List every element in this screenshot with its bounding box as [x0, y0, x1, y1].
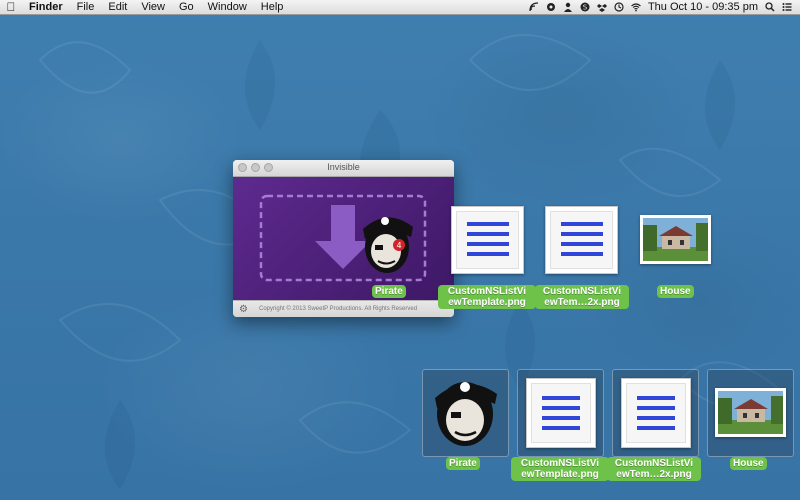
notification-center-icon[interactable]	[782, 2, 792, 12]
house-label[interactable]: House	[730, 457, 767, 470]
apple-menu-icon[interactable]: 	[0, 0, 22, 14]
customnslistview-2x-label[interactable]: CustomNSListVi ewTem…2x.png	[607, 457, 701, 481]
list-icon-bar	[561, 232, 603, 236]
house-photo-icon	[643, 218, 708, 261]
list-icon-bar	[467, 222, 509, 226]
list-icon-bar	[542, 406, 580, 410]
list-document-icon	[621, 378, 691, 448]
list-icon-bar	[467, 252, 509, 256]
customnslistview-template-label[interactable]: CustomNSListVi ewTemplate.png	[511, 457, 609, 481]
menu-view[interactable]: View	[134, 0, 172, 14]
label-line: CustomNSListVi	[520, 458, 600, 469]
invisible-window[interactable]: Invisible 4 ⚙ Copyright © 2013 SweetP Pr…	[233, 160, 454, 317]
spotlight-search-icon[interactable]	[765, 2, 775, 12]
menu-finder[interactable]: Finder	[22, 0, 70, 14]
menu-window[interactable]: Window	[201, 0, 254, 14]
list-icon-bar	[467, 242, 509, 246]
menu-help[interactable]: Help	[254, 0, 291, 14]
badge-count: 4	[396, 241, 401, 250]
house-photo-frame	[715, 388, 786, 437]
time-machine-icon[interactable]	[614, 2, 624, 12]
desktop-icon-house[interactable]	[640, 215, 711, 264]
list-icon-bar	[637, 406, 675, 410]
download-arrow-icon	[315, 205, 371, 269]
pirate-icon	[435, 382, 497, 446]
customnslistview-2x-label[interactable]: CustomNSListVi ewTem…2x.png	[535, 285, 629, 309]
list-icon-bar	[561, 222, 603, 226]
file-drop-area[interactable]: 4	[233, 177, 454, 300]
list-document-icon	[526, 378, 596, 448]
pirate-icon: 4	[363, 217, 413, 273]
label-line: CustomNSListVi	[447, 286, 527, 297]
label-line: CustomNSListVi	[542, 286, 622, 297]
desktop-icon-customnslistview-2x[interactable]	[545, 206, 618, 274]
list-icon-bar	[637, 416, 675, 420]
pirate-label[interactable]: Pirate	[446, 457, 480, 470]
list-icon-bar	[542, 416, 580, 420]
list-icon-bar	[467, 232, 509, 236]
menu-go[interactable]: Go	[172, 0, 201, 14]
copyright-text: Copyright © 2013 SweetP Productions. All…	[259, 306, 418, 312]
window-titlebar[interactable]: Invisible	[233, 160, 454, 177]
desktop-icon-customnslistview-template[interactable]	[517, 369, 604, 457]
list-icon-bar	[561, 252, 603, 256]
list-icon-bar	[542, 426, 580, 430]
desktop-icon-customnslistview-2x[interactable]	[612, 369, 699, 457]
menu-bar:  Finder File Edit View Go Window Help S…	[0, 0, 800, 15]
menu-file[interactable]: File	[70, 0, 102, 14]
list-icon-bar	[542, 396, 580, 400]
label-line: CustomNSListVi	[614, 458, 694, 469]
menu-edit[interactable]: Edit	[101, 0, 134, 14]
house-label[interactable]: House	[657, 285, 694, 298]
desktop-icon-house[interactable]	[707, 369, 794, 457]
svg-text:S: S	[583, 4, 588, 12]
window-footer: ⚙ Copyright © 2013 SweetP Productions. A…	[233, 300, 454, 317]
house-photo-icon	[718, 391, 783, 434]
gear-icon[interactable]: ⚙	[239, 301, 248, 317]
desktop-icon-customnslistview-template[interactable]	[451, 206, 524, 274]
label-line: ewTemplate.png	[521, 469, 599, 480]
dropbox-icon[interactable]	[596, 2, 607, 12]
user-icon[interactable]	[563, 2, 573, 12]
desktop-icon-pirate[interactable]	[422, 369, 509, 457]
label-line: ewTem…2x.png	[616, 469, 692, 480]
label-line: ewTemplate.png	[448, 297, 526, 308]
menu-clock[interactable]: Thu Oct 10 - 09:35 pm	[648, 1, 758, 13]
wifi-icon[interactable]	[631, 2, 641, 12]
list-icon-bar	[561, 242, 603, 246]
label-line: ewTem…2x.png	[544, 297, 620, 308]
signal-icon[interactable]	[529, 2, 539, 12]
customnslistview-template-label[interactable]: CustomNSListVi ewTemplate.png	[438, 285, 536, 309]
window-title: Invisible	[327, 162, 360, 172]
list-icon-bar	[637, 396, 675, 400]
gear-status-icon[interactable]	[546, 2, 556, 12]
pirate-label[interactable]: Pirate	[372, 285, 406, 298]
list-icon-bar	[637, 426, 675, 430]
skype-icon[interactable]: S	[580, 2, 590, 12]
